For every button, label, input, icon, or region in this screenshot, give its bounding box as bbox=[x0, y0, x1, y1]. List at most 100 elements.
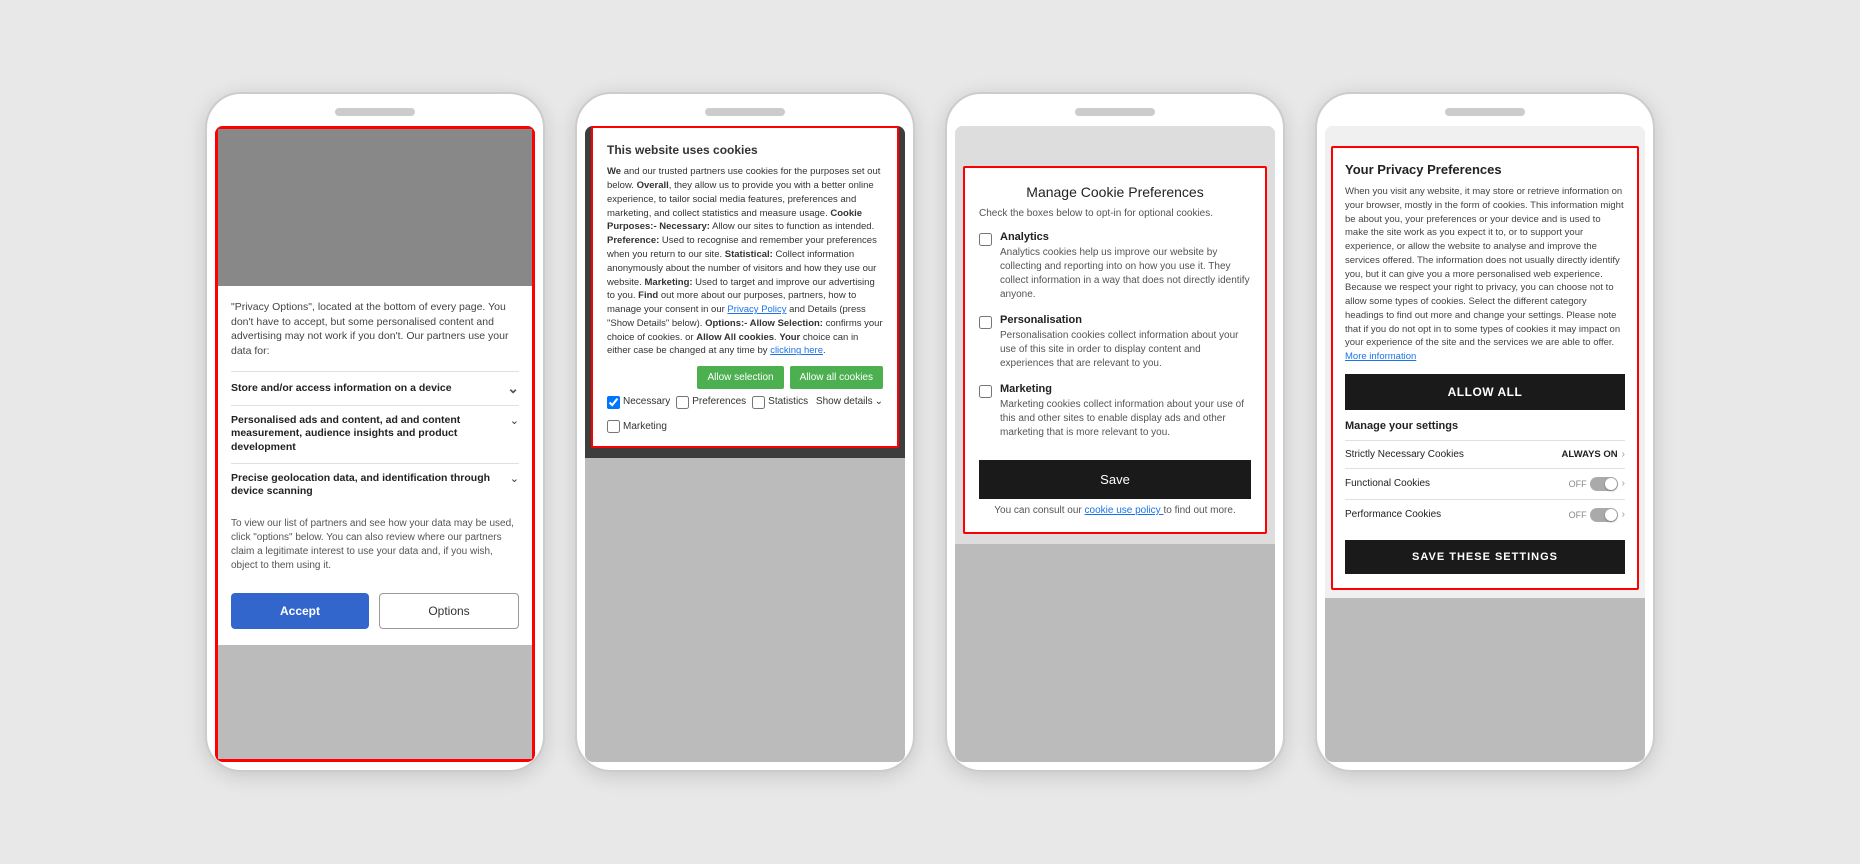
marketing-label: Marketing bbox=[623, 420, 667, 435]
privacy-pref-desc: When you visit any website, it may store… bbox=[1345, 185, 1625, 364]
checkbox-statistics[interactable]: Statistics bbox=[752, 395, 808, 410]
uses-cookies-title: This website uses cookies bbox=[607, 142, 883, 159]
button-row: Accept Options bbox=[231, 593, 519, 629]
cookie-item-2-label: Personalised ads and content, ad and con… bbox=[231, 414, 510, 455]
privacy-pref-title: Your Privacy Preferences bbox=[1345, 162, 1625, 177]
functional-toggle-track[interactable] bbox=[1590, 477, 1618, 491]
personalisation-desc: Personalisation cookies collect informat… bbox=[1000, 329, 1251, 371]
functional-off-label: OFF bbox=[1569, 479, 1587, 489]
performance-off-label: OFF bbox=[1569, 510, 1587, 520]
checkbox-row: Necessary Preferences Statistics Show de… bbox=[607, 395, 883, 434]
phone-4-screen: Your Privacy Preferences When you visit … bbox=[1325, 126, 1645, 762]
show-details[interactable]: Show details ⌄ bbox=[816, 395, 883, 410]
functional-cookies-label: Functional Cookies bbox=[1345, 478, 1430, 489]
manage-settings-title: Manage your settings bbox=[1345, 420, 1625, 432]
performance-toggle-knob bbox=[1605, 509, 1617, 521]
performance-toggle[interactable]: OFF bbox=[1569, 508, 1618, 522]
phone-1-screen: "Privacy Options", located at the bottom… bbox=[215, 126, 535, 762]
phone-3: Manage Cookie Preferences Check the boxe… bbox=[945, 92, 1285, 772]
preferences-checkbox[interactable] bbox=[676, 396, 689, 409]
pref-personalisation: Personalisation Personalisation cookies … bbox=[979, 314, 1251, 371]
uses-cookies-box: This website uses cookies We and our tru… bbox=[591, 126, 899, 448]
phone-4: Your Privacy Preferences When you visit … bbox=[1315, 92, 1655, 772]
chevron-icon-1: ⌄ bbox=[507, 380, 519, 397]
performance-cookies-right: OFF › bbox=[1569, 508, 1625, 522]
allow-all-button[interactable]: ALLOW ALL bbox=[1345, 374, 1625, 410]
show-details-chevron: ⌄ bbox=[875, 395, 883, 410]
manage-pref-title: Manage Cookie Preferences bbox=[979, 184, 1251, 200]
phone-1-cookie-card: "Privacy Options", located at the bottom… bbox=[215, 286, 535, 645]
marketing-pref-desc: Marketing cookies collect information ab… bbox=[1000, 398, 1251, 440]
performance-cookies-row[interactable]: Performance Cookies OFF › bbox=[1345, 499, 1625, 530]
manage-pref-box: Manage Cookie Preferences Check the boxe… bbox=[963, 166, 1267, 534]
options-button[interactable]: Options bbox=[379, 593, 519, 629]
privacy-pref-box: Your Privacy Preferences When you visit … bbox=[1331, 146, 1639, 590]
more-info-link[interactable]: More information bbox=[1345, 351, 1416, 362]
performance-chevron: › bbox=[1622, 509, 1625, 520]
cookie-btn-row: Allow selection Allow all cookies bbox=[607, 366, 883, 389]
allow-all-cookies-button[interactable]: Allow all cookies bbox=[790, 366, 883, 389]
functional-chevron: › bbox=[1622, 478, 1625, 489]
cookie-item-1-label: Store and/or access information on a dev… bbox=[231, 382, 452, 394]
phone-4-background: Your Privacy Preferences When you visit … bbox=[1325, 126, 1645, 598]
necessary-label: Necessary bbox=[623, 395, 670, 410]
accept-button[interactable]: Accept bbox=[231, 593, 369, 629]
phone-3-top bbox=[955, 126, 1275, 156]
cookie-item-3-label: Precise geolocation data, and identifica… bbox=[231, 472, 510, 499]
strictly-necessary-row[interactable]: Strictly Necessary Cookies ALWAYS ON › bbox=[1345, 440, 1625, 468]
analytics-checkbox[interactable] bbox=[979, 233, 992, 246]
phone-3-background: Manage Cookie Preferences Check the boxe… bbox=[955, 126, 1275, 544]
analytics-label: Analytics bbox=[1000, 231, 1251, 243]
consult-text-after: to find out more. bbox=[1163, 505, 1235, 516]
allow-selection-button[interactable]: Allow selection bbox=[697, 366, 783, 389]
cookie-item-3[interactable]: Precise geolocation data, and identifica… bbox=[231, 463, 519, 507]
chevron-icon-2: ⌄ bbox=[510, 414, 519, 427]
cookie-item-2[interactable]: Personalised ads and content, ad and con… bbox=[231, 405, 519, 463]
statistics-checkbox[interactable] bbox=[752, 396, 765, 409]
pref-analytics: Analytics Analytics cookies help us impr… bbox=[979, 231, 1251, 302]
strictly-necessary-chevron: › bbox=[1622, 449, 1625, 460]
personalisation-label: Personalisation bbox=[1000, 314, 1251, 326]
consult-text-before: You can consult our bbox=[994, 505, 1081, 516]
save-pref-button[interactable]: Save bbox=[979, 460, 1251, 499]
marketing-pref-checkbox[interactable] bbox=[979, 385, 992, 398]
strictly-necessary-right: ALWAYS ON › bbox=[1562, 449, 1625, 460]
phone-1-background: "Privacy Options", located at the bottom… bbox=[215, 126, 535, 645]
marketing-pref-label: Marketing bbox=[1000, 383, 1251, 395]
performance-toggle-track[interactable] bbox=[1590, 508, 1618, 522]
functional-cookies-right: OFF › bbox=[1569, 477, 1625, 491]
phone-1-top-gray bbox=[215, 126, 535, 286]
phone-2-screen: This website uses cookies We and our tru… bbox=[585, 126, 905, 762]
checkbox-necessary[interactable]: Necessary bbox=[607, 395, 670, 410]
show-details-label: Show details bbox=[816, 395, 873, 410]
manage-pref-subtitle: Check the boxes below to opt-in for opti… bbox=[979, 208, 1251, 219]
save-settings-button[interactable]: SAVE THESE SETTINGS bbox=[1345, 540, 1625, 574]
preferences-label: Preferences bbox=[692, 395, 746, 410]
checkbox-marketing[interactable]: Marketing bbox=[607, 420, 667, 435]
phone-2-background: This website uses cookies We and our tru… bbox=[585, 126, 905, 458]
personalisation-checkbox[interactable] bbox=[979, 316, 992, 329]
cookie-item-1[interactable]: Store and/or access information on a dev… bbox=[231, 371, 519, 405]
personalisation-content: Personalisation Personalisation cookies … bbox=[1000, 314, 1251, 371]
strictly-necessary-label: Strictly Necessary Cookies bbox=[1345, 449, 1464, 460]
phone-2: This website uses cookies We and our tru… bbox=[575, 92, 915, 772]
cookie-policy-link[interactable]: cookie use policy bbox=[1085, 505, 1164, 516]
pref-marketing: Marketing Marketing cookies collect info… bbox=[979, 383, 1251, 440]
analytics-content: Analytics Analytics cookies help us impr… bbox=[1000, 231, 1251, 302]
functional-toggle-knob bbox=[1605, 478, 1617, 490]
phone-3-screen: Manage Cookie Preferences Check the boxe… bbox=[955, 126, 1275, 762]
phone-4-top bbox=[1325, 126, 1645, 138]
necessary-checkbox[interactable] bbox=[607, 396, 620, 409]
consult-text: You can consult our cookie use policy to… bbox=[979, 505, 1251, 516]
checkbox-preferences[interactable]: Preferences bbox=[676, 395, 746, 410]
intro-text: "Privacy Options", located at the bottom… bbox=[231, 300, 519, 359]
partners-text: To view our list of partners and see how… bbox=[231, 517, 519, 573]
analytics-desc: Analytics cookies help us improve our we… bbox=[1000, 246, 1251, 302]
statistics-label: Statistics bbox=[768, 395, 808, 410]
marketing-content: Marketing Marketing cookies collect info… bbox=[1000, 383, 1251, 440]
always-on-badge: ALWAYS ON bbox=[1562, 449, 1618, 460]
functional-toggle[interactable]: OFF bbox=[1569, 477, 1618, 491]
uses-cookies-body: We and our trusted partners use cookies … bbox=[607, 165, 883, 358]
functional-cookies-row[interactable]: Functional Cookies OFF › bbox=[1345, 468, 1625, 499]
marketing-checkbox[interactable] bbox=[607, 420, 620, 433]
